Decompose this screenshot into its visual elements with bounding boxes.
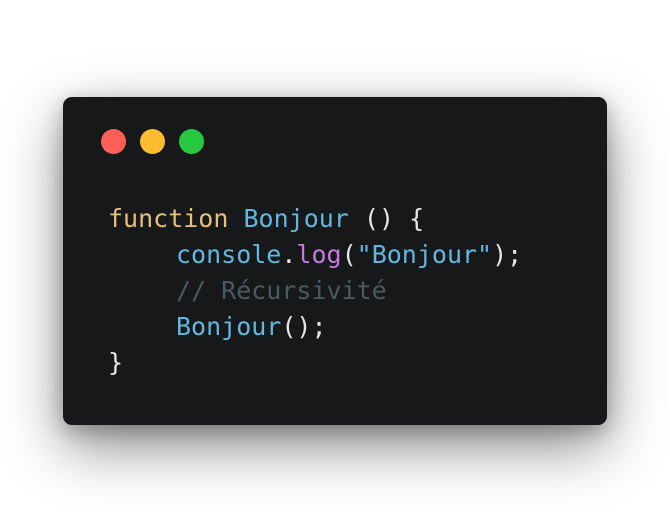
recursive-call: Bonjour [176, 312, 282, 341]
brace-open: { [409, 204, 425, 233]
log-method: log [296, 240, 342, 269]
paren-open: ( [341, 240, 357, 269]
code-block: function Bonjour () {console.log("Bonjou… [108, 201, 522, 381]
member-dot: . [281, 240, 297, 269]
code-line-2: console.log("Bonjour"); [108, 237, 522, 273]
close-button[interactable] [101, 129, 126, 154]
keyword-function: function [108, 204, 229, 233]
maximize-button[interactable] [179, 129, 204, 154]
code-line-4: Bonjour(); [108, 309, 522, 345]
code-line-1: function Bonjour () { [108, 201, 522, 237]
window-controls [101, 129, 204, 154]
code-line-3: // Récursivité [108, 273, 522, 309]
comment: // Récursivité [176, 276, 387, 305]
paren-close-semicolon: ); [492, 240, 523, 269]
function-name: Bonjour [243, 204, 349, 233]
call-parens: (); [281, 312, 327, 341]
brace-close: } [108, 348, 124, 377]
string-literal: "Bonjour" [356, 240, 493, 269]
minimize-button[interactable] [140, 129, 165, 154]
code-line-5: } [108, 345, 522, 381]
function-parens: () [363, 204, 395, 233]
console-object: console [176, 240, 282, 269]
code-window: function Bonjour () {console.log("Bonjou… [63, 97, 607, 425]
